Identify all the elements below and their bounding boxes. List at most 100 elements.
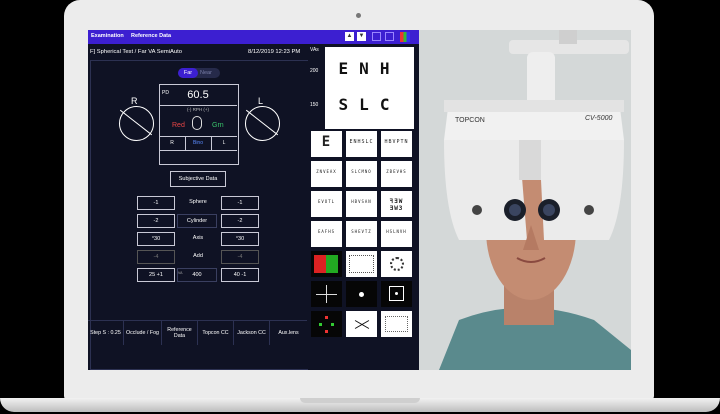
chart-thumb[interactable]: SLCMNO [346,161,377,187]
cylinder-left-cell[interactable]: -2 [221,214,259,228]
cross-horizontal-icon [316,294,337,295]
sphere-right-cell[interactable]: -1 [137,196,175,210]
chart-thumb[interactable]: HBVPTN [381,131,412,157]
down-arrow-button[interactable]: ▼ [357,32,366,41]
model-label: CV-5000 [585,115,612,122]
chart-thumb[interactable]: HSLNVH [381,221,412,247]
chart-thumb[interactable]: E [311,131,342,157]
brand-label: TOPCON [455,117,485,124]
pd-value[interactable]: 60.5 [159,85,237,106]
chart-thumb[interactable]: EAFHS [311,221,342,247]
main-eye-chart: ENH SLC [325,47,414,129]
va-left-cell[interactable]: 40 -1 [221,268,259,282]
axis-left-cell[interactable]: °30 [221,232,259,246]
sphere-label: Sphere [189,199,207,205]
aux-lens-button[interactable]: Aux.lens [270,321,307,345]
letter-block-icon [349,255,374,273]
subjective-data-button[interactable]: Subjective Data [170,171,226,187]
thumb-text: EAFHS [317,229,336,234]
red-label[interactable]: Red [172,122,185,129]
star-chart-thumb[interactable] [346,311,377,337]
phoropter-photo-svg: TOPCON CV-5000 [419,30,631,370]
red-half-icon [314,255,326,273]
chart-thumb[interactable]: EVOTL [311,191,342,217]
seg-left[interactable]: L [211,137,237,150]
thumb-text: SLCMNO [351,169,372,174]
chart-thumb[interactable]: ENHSLC [346,131,377,157]
chart-thumb[interactable] [381,311,412,337]
chart-thumb[interactable]: ZBEVHS [381,161,412,187]
va-value-200[interactable]: 200 [310,68,318,74]
chart-panel: VAs 200 150 ENH SLC E ENHSLC HBVPTN ZNVE… [308,44,419,370]
webcam [356,13,361,18]
chart-thumb[interactable]: SHEVTZ [346,221,377,247]
laptop-notch [300,398,420,403]
toolbar-square-button[interactable] [372,32,381,41]
thumb-text: E [321,134,332,150]
sphere-left-cell[interactable]: -1 [221,196,259,210]
step-button[interactable]: Step S : 0.25 [88,321,124,345]
rph-label: (-) RPH (+) [186,107,210,112]
bottom-bar: Step S : 0.25 Occlude / Fog Reference Da… [88,320,307,345]
add-label: Add [193,253,203,259]
dot-chart-thumb[interactable] [346,281,377,307]
up-arrow-button[interactable]: ▲ [345,32,354,41]
green-dot-icon [319,323,322,326]
right-eye-label: R [131,96,138,106]
refraction-app: Examination Reference Data ▲ ▼ F] Spheri… [88,30,419,370]
chart-thumb[interactable]: HBVSAN [346,191,377,217]
tab-examination[interactable]: Examination [91,33,124,39]
green-label[interactable]: Grn [212,122,224,129]
topcon-cc-button[interactable]: Topcon CC [198,321,234,345]
va-header: VAs [310,47,319,53]
square-dot-chart-thumb[interactable] [381,281,412,307]
center-dot-icon [359,292,364,297]
eye-select-row: R Bino L [159,136,237,150]
blank-row [159,150,237,164]
thumb-text: ZBEVHS [386,169,407,174]
near-option[interactable]: Near [200,68,212,78]
tab-reference-data[interactable]: Reference Data [131,33,171,39]
thumb-text: HBVSAN [351,199,372,204]
chart-thumb[interactable]: ꟻƎW ƎWЗ [381,191,412,217]
va-value-cell[interactable]: 400 [177,268,217,282]
jackson-cc-button[interactable]: Jackson CC [234,321,270,345]
axis-right-cell[interactable]: °30 [137,232,175,246]
chart-line-2: SLC [338,95,401,114]
va-value-150[interactable]: 150 [310,102,318,108]
red-green-chart-thumb[interactable] [311,251,342,277]
reference-data-button[interactable]: Reference Data [162,321,198,345]
cylinder-right-cell[interactable]: -2 [137,214,175,228]
seg-right[interactable]: R [159,137,186,150]
far-near-toggle[interactable]: Far Near [178,68,220,78]
test-title: F] Spherical Test / Far VA SemiAuto [90,49,182,55]
toolbar-square-button[interactable] [385,32,394,41]
occlude-fog-button[interactable]: Occlude / Fog [124,321,162,345]
chart-thumb[interactable]: ZNVEAX [311,161,342,187]
top-bar: Examination Reference Data ▲ ▼ [88,30,419,44]
seg-bino[interactable]: Bino [185,137,212,150]
add-right-cell[interactable]: -4 [137,250,175,264]
thumb-text: HSLNVH [386,229,407,234]
square-dot-icon [395,292,398,295]
screen: Examination Reference Data ▲ ▼ F] Spheri… [88,30,631,370]
datetime: 8/12/2019 12:23 PM [248,49,301,55]
thumb-text: SHEVTZ [351,229,372,234]
dot-pattern-chart-thumb[interactable] [381,251,412,277]
mouse-icon [192,116,202,130]
red-dot-icon [325,316,328,319]
cylinder-label[interactable]: Cylinder [177,214,217,228]
green-dot-icon [331,323,334,326]
color-cross-chart-thumb[interactable] [311,311,342,337]
add-left-cell[interactable]: -4 [221,250,259,264]
va-right-cell[interactable]: 25 +1 [137,268,175,282]
color-flag-icon[interactable] [400,32,410,42]
far-option[interactable]: Far [178,68,198,78]
red-dot-icon [325,330,328,333]
cross-chart-thumb[interactable] [311,281,342,307]
chart-thumb[interactable] [346,251,377,277]
left-eye-label: L [258,96,264,106]
pattern-icon [385,316,408,332]
thumb-text: ꟻƎW ƎWЗ [389,198,404,212]
green-half-icon [326,255,338,273]
